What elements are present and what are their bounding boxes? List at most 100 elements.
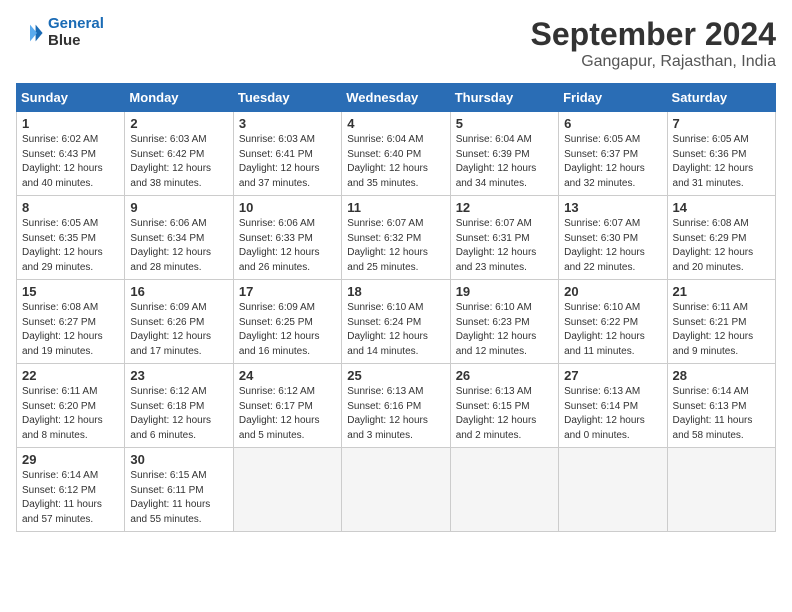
daylight-minutes: and 22 minutes.	[564, 262, 635, 273]
calendar-day: 11Sunrise: 6:07 AMSunset: 6:32 PMDayligh…	[342, 196, 450, 280]
sunrise-time: Sunrise: 6:09 AM	[130, 302, 206, 313]
calendar-day: 23Sunrise: 6:12 AMSunset: 6:18 PMDayligh…	[125, 364, 233, 448]
month-title: September 2024	[531, 16, 776, 53]
day-number: 11	[347, 200, 444, 215]
sunset-time: Sunset: 6:32 PM	[347, 233, 421, 244]
daylight-minutes: and 6 minutes.	[130, 430, 196, 441]
daylight-minutes: and 35 minutes.	[347, 178, 418, 189]
day-number: 7	[673, 116, 770, 131]
daylight-minutes: and 28 minutes.	[130, 262, 201, 273]
daylight-label: Daylight: 12 hours	[130, 331, 211, 342]
sunset-time: Sunset: 6:39 PM	[456, 149, 530, 160]
day-info: Sunrise: 6:05 AMSunset: 6:35 PMDaylight:…	[22, 217, 119, 275]
day-info: Sunrise: 6:13 AMSunset: 6:15 PMDaylight:…	[456, 385, 553, 443]
sunrise-time: Sunrise: 6:11 AM	[22, 386, 97, 397]
title-block: September 2024 Gangapur, Rajasthan, Indi…	[531, 16, 776, 71]
daylight-minutes: and 12 minutes.	[456, 346, 527, 357]
day-info: Sunrise: 6:10 AMSunset: 6:24 PMDaylight:…	[347, 301, 444, 359]
sunset-time: Sunset: 6:16 PM	[347, 401, 421, 412]
day-number: 14	[673, 200, 770, 215]
daylight-label: Daylight: 12 hours	[239, 247, 320, 258]
sunset-time: Sunset: 6:30 PM	[564, 233, 638, 244]
daylight-label: Daylight: 11 hours	[22, 499, 102, 510]
daylight-label: Daylight: 12 hours	[347, 415, 428, 426]
sunset-time: Sunset: 6:43 PM	[22, 149, 96, 160]
calendar-day: 2Sunrise: 6:03 AMSunset: 6:42 PMDaylight…	[125, 112, 233, 196]
sunrise-time: Sunrise: 6:09 AM	[239, 302, 315, 313]
sunset-time: Sunset: 6:11 PM	[130, 485, 203, 496]
daylight-minutes: and 26 minutes.	[239, 262, 310, 273]
day-info: Sunrise: 6:05 AMSunset: 6:37 PMDaylight:…	[564, 133, 661, 191]
daylight-minutes: and 55 minutes.	[130, 514, 201, 525]
day-info: Sunrise: 6:14 AMSunset: 6:13 PMDaylight:…	[673, 385, 770, 443]
day-info: Sunrise: 6:07 AMSunset: 6:31 PMDaylight:…	[456, 217, 553, 275]
sunset-time: Sunset: 6:31 PM	[456, 233, 530, 244]
page-header: General Blue September 2024 Gangapur, Ra…	[16, 16, 776, 71]
day-header-sunday: Sunday	[17, 84, 125, 112]
daylight-label: Daylight: 12 hours	[673, 247, 754, 258]
daylight-minutes: and 9 minutes.	[673, 346, 739, 357]
sunrise-time: Sunrise: 6:04 AM	[347, 134, 423, 145]
day-number: 8	[22, 200, 119, 215]
day-info: Sunrise: 6:11 AM Sunset: 6:20 PM Daylight:…	[22, 385, 119, 443]
day-info: Sunrise: 6:03 AMSunset: 6:41 PMDaylight:…	[239, 133, 336, 191]
sunset-time: Sunset: 6:14 PM	[564, 401, 638, 412]
sunset-time: Sunset: 6:37 PM	[564, 149, 638, 160]
day-header-tuesday: Tuesday	[233, 84, 341, 112]
sunset-time: Sunset: 6:22 PM	[564, 317, 638, 328]
sunrise-time: Sunrise: 6:07 AM	[347, 218, 423, 229]
calendar-day: 7 Sunrise: 6:05 AMSunset: 6:36 PMDaylight…	[667, 112, 775, 196]
daylight-minutes: and 19 minutes.	[22, 346, 93, 357]
logo-icon	[16, 19, 44, 47]
calendar-day: 4Sunrise: 6:04 AMSunset: 6:40 PMDaylight…	[342, 112, 450, 196]
daylight-minutes: and 37 minutes.	[239, 178, 310, 189]
day-info: Sunrise: 6:10 AMSunset: 6:22 PMDaylight:…	[564, 301, 661, 359]
daylight-label: Daylight: 12 hours	[564, 415, 645, 426]
day-number: 18	[347, 284, 444, 299]
day-info: Sunrise: 6:13 AMSunset: 6:14 PMDaylight:…	[564, 385, 661, 443]
day-info: Sunrise: 6:11 AMSunset: 6:21 PMDaylight:…	[673, 301, 770, 359]
daylight-minutes: and 58 minutes.	[673, 430, 744, 441]
day-number: 25	[347, 368, 444, 383]
sunset-time: Sunset: 6:21 PM	[673, 317, 747, 328]
day-number: 2	[130, 116, 227, 131]
calendar-day: 19Sunrise: 6:10 AMSunset: 6:23 PMDayligh…	[450, 280, 558, 364]
day-number: 24	[239, 368, 336, 383]
sunset-time: Sunset: 6:24 PM	[347, 317, 421, 328]
daylight-label: Daylight: 12 hours	[22, 415, 103, 426]
calendar-day: 6Sunrise: 6:05 AMSunset: 6:37 PMDaylight…	[559, 112, 667, 196]
calendar-day: 18 Sunrise: 6:10 AMSunset: 6:24 PMDayligh…	[342, 280, 450, 364]
day-header-wednesday: Wednesday	[342, 84, 450, 112]
day-number: 29	[22, 452, 119, 467]
calendar-week-row: 29 Sunrise: 6:14 AMSunset: 6:12 PMDayligh…	[17, 448, 776, 532]
sunrise-time: Sunrise: 6:08 AM	[673, 218, 749, 229]
daylight-minutes: and 17 minutes.	[130, 346, 201, 357]
daylight-label: Daylight: 12 hours	[130, 415, 211, 426]
sunrise-time: Sunrise: 6:12 AM	[130, 386, 206, 397]
day-number: 27	[564, 368, 661, 383]
sunrise-time: Sunrise: 6:10 AM	[564, 302, 640, 313]
day-number: 23	[130, 368, 227, 383]
sunset-time: Sunset: 6:40 PM	[347, 149, 421, 160]
calendar-day: 20Sunrise: 6:10 AMSunset: 6:22 PMDayligh…	[559, 280, 667, 364]
sunrise-time: Sunrise: 6:06 AM	[239, 218, 315, 229]
sunset-time: Sunset: 6:27 PM	[22, 317, 96, 328]
day-info: Sunrise: 6:10 AMSunset: 6:23 PMDaylight:…	[456, 301, 553, 359]
sunrise-time: Sunrise: 6:07 AM	[456, 218, 532, 229]
sunrise-time: Sunrise: 6:03 AM	[239, 134, 315, 145]
location-subtitle: Gangapur, Rajasthan, India	[531, 53, 776, 71]
sunset-time: Sunset: 6:13 PM	[673, 401, 747, 412]
daylight-label: Daylight: 12 hours	[673, 331, 754, 342]
day-number: 30	[130, 452, 227, 467]
day-number: 5	[456, 116, 553, 131]
day-info: Sunrise: 6:15 AMSunset: 6:11 PMDaylight:…	[130, 469, 227, 527]
calendar-day: 15Sunrise: 6:08 AMSunset: 6:27 PMDayligh…	[17, 280, 125, 364]
sunset-time: Sunset: 6:29 PM	[673, 233, 747, 244]
day-info: Sunrise: 6:08 AM Sunset: 6:29 PM Daylight:…	[673, 217, 770, 275]
day-info: Sunrise: 6:14 AMSunset: 6:12 PMDaylight:…	[22, 469, 119, 527]
day-number: 21	[673, 284, 770, 299]
daylight-minutes: and 8 minutes.	[22, 430, 88, 441]
calendar-day: 3Sunrise: 6:03 AMSunset: 6:41 PMDaylight…	[233, 112, 341, 196]
day-info: Sunrise: 6:05 AMSunset: 6:36 PMDaylight:…	[673, 133, 770, 191]
sunset-time: Sunset: 6:20 PM	[22, 401, 96, 412]
